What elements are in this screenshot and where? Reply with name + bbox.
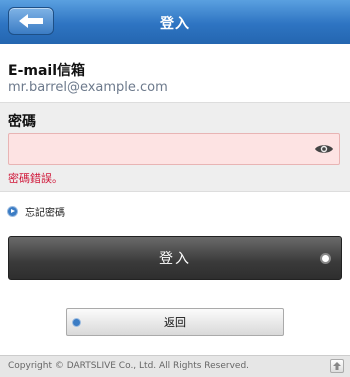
email-label: E-mail信箱 xyxy=(8,63,86,79)
password-input[interactable] xyxy=(8,133,340,165)
login-button[interactable]: 登入 xyxy=(8,236,342,280)
back-button[interactable]: 返回 xyxy=(66,308,284,336)
play-bullet-icon xyxy=(8,207,17,216)
dot-icon xyxy=(73,319,80,326)
forgot-password-label: 忘記密碼 xyxy=(25,208,65,219)
email-value: mr.barrel@example.com xyxy=(8,80,168,95)
page-title: 登入 xyxy=(160,16,190,32)
footer: Copyright © DARTSLIVE Co., Ltd. All Righ… xyxy=(0,355,350,377)
eye-icon[interactable] xyxy=(314,142,334,156)
copyright-text: Copyright © DARTSLIVE Co., Ltd. All Righ… xyxy=(8,361,250,371)
password-label: 密碼 xyxy=(8,114,36,130)
forgot-password-link[interactable]: 忘記密碼 xyxy=(8,204,65,219)
login-button-label: 登入 xyxy=(159,251,191,267)
back-button-label: 返回 xyxy=(164,316,186,329)
arrow-up-icon xyxy=(333,362,341,370)
scroll-top-button[interactable] xyxy=(330,359,344,373)
dot-icon xyxy=(322,255,329,262)
password-error: 密碼錯誤。 xyxy=(8,172,63,185)
header-bar: 登入 xyxy=(0,0,350,44)
password-section: 密碼 密碼錯誤。 xyxy=(0,102,350,192)
